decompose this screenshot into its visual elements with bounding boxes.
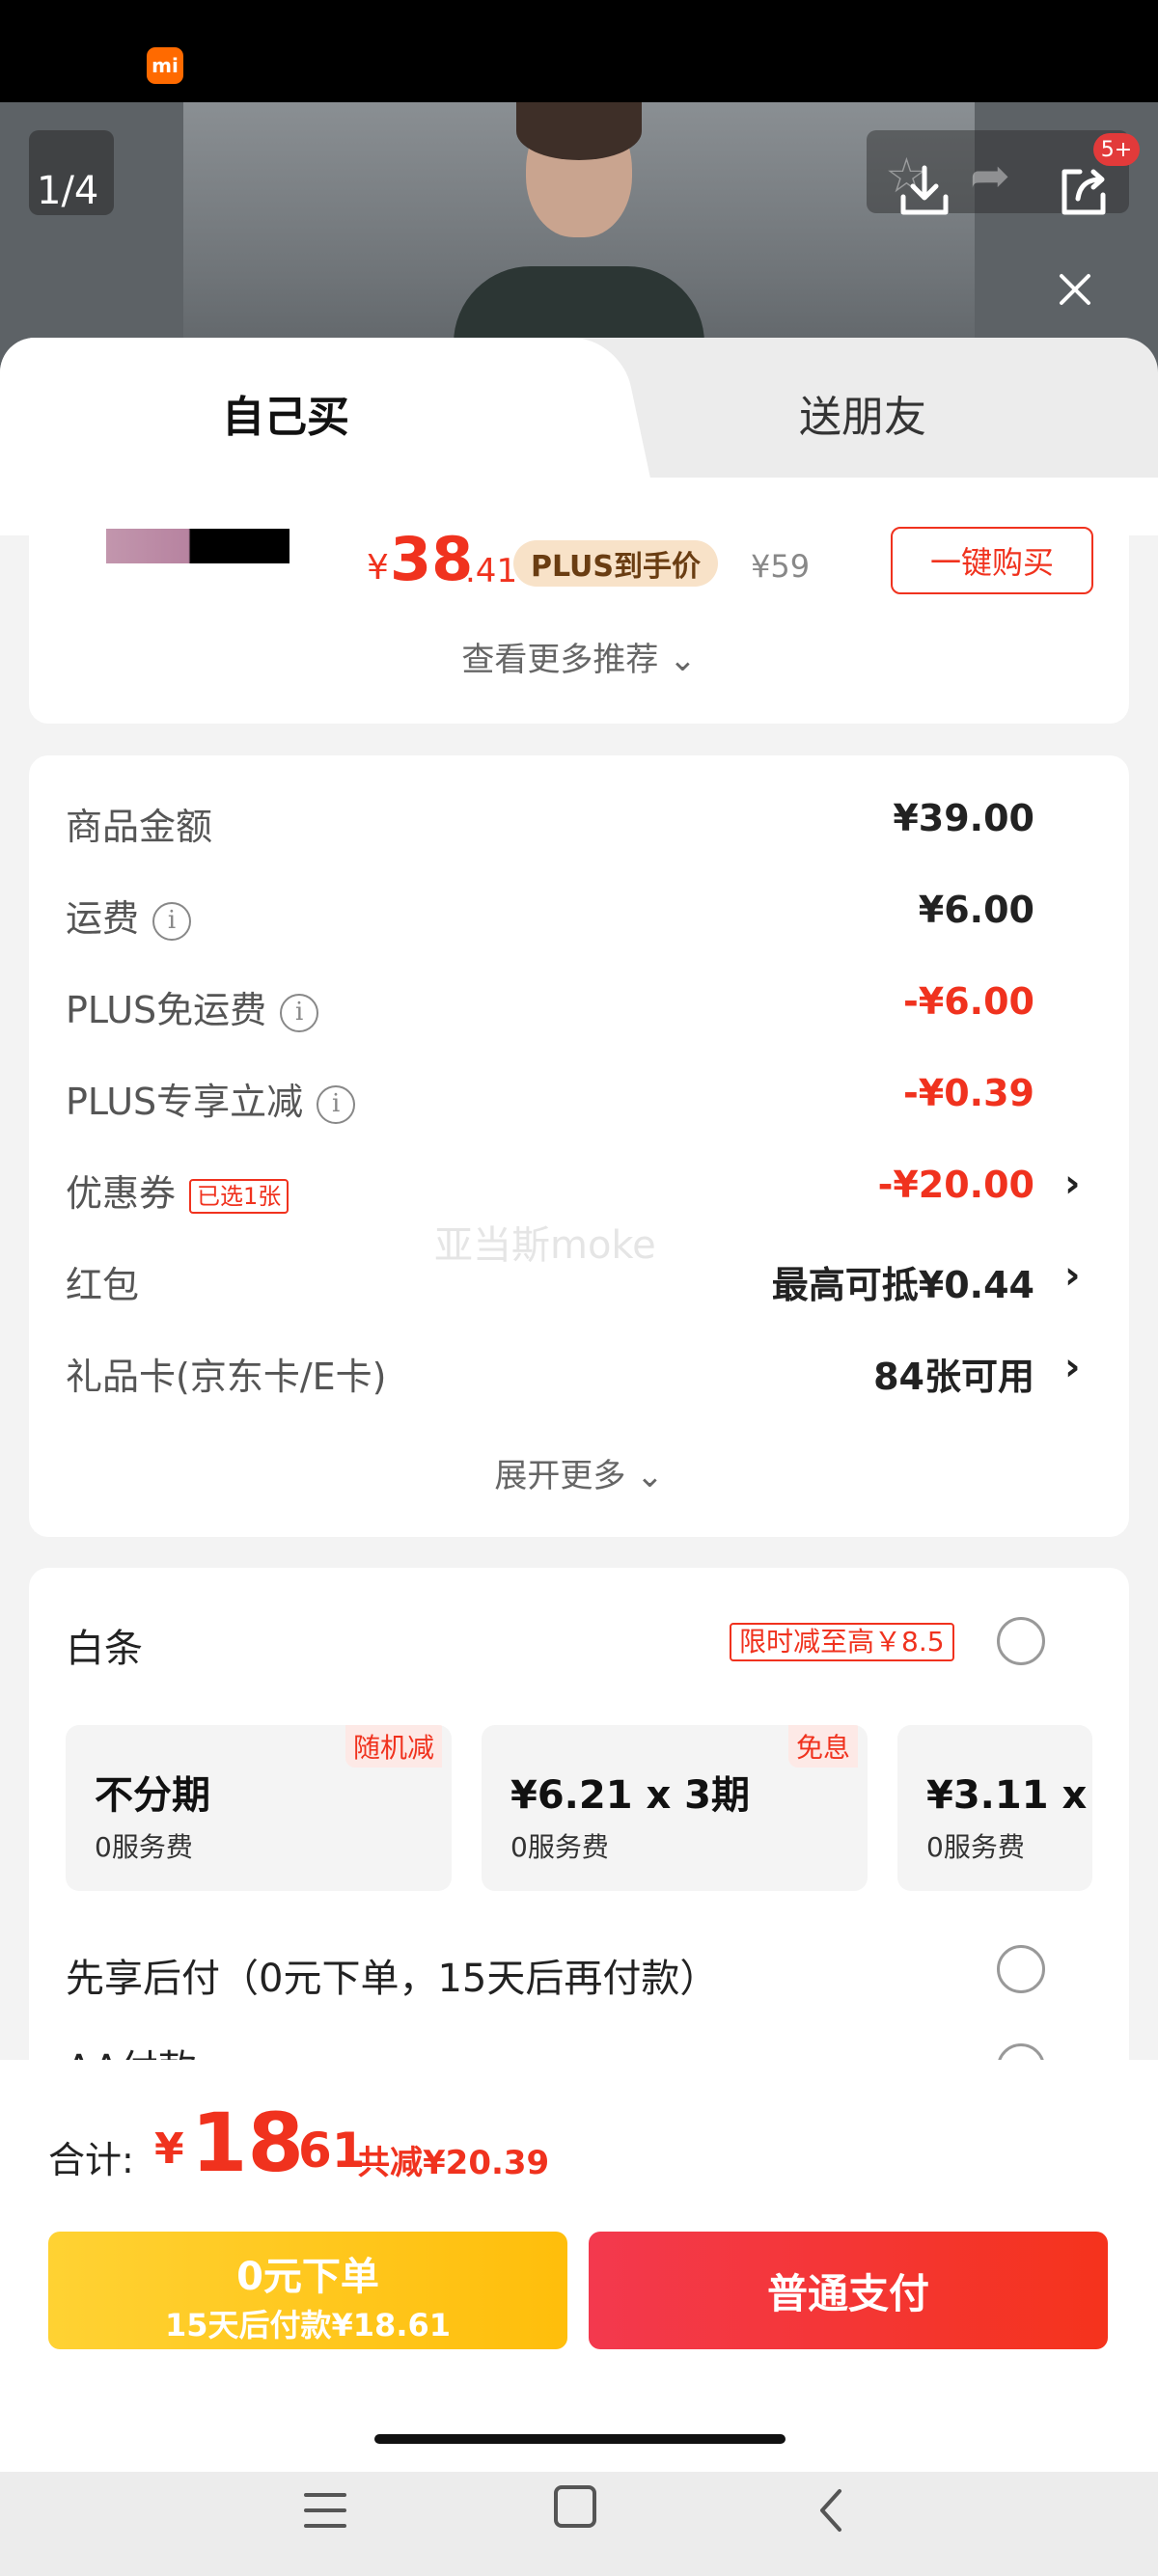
plan-main-label: ¥3.11 x 6期: [926, 1773, 1092, 1818]
plus-discount-value: -¥0.39: [903, 1072, 1034, 1114]
more-recommendations-link[interactable]: 查看更多推荐 ⌄: [0, 633, 1158, 680]
pay-later-line1: 0元下单: [236, 2255, 379, 2299]
installment-plan-3[interactable]: 免息 ¥6.21 x 3期 0服务费: [482, 1725, 868, 1891]
status-bar: mi: [0, 0, 1158, 102]
home-square-icon[interactable]: [554, 2485, 596, 2528]
coupon-label: 优惠券: [66, 1172, 177, 1215]
chevron-down-icon: ⌄: [636, 1457, 664, 1495]
redpacket-value[interactable]: 最高可抵¥0.44: [772, 1255, 1034, 1308]
chevron-down-icon: ⌄: [669, 641, 697, 679]
goods-amount-value: ¥39.00: [893, 797, 1034, 839]
coupon-row[interactable]: 优惠券 已选1张: [66, 1164, 290, 1217]
pay-later-label: 先享后付（0元下单，15天后再付款）: [66, 1957, 719, 2001]
share-icon[interactable]: [1057, 164, 1111, 218]
watermark: 亚当斯moke: [434, 1223, 656, 1268]
total-label: 合计:: [48, 2139, 134, 2181]
plan-fee-label: 0服务费: [95, 1831, 193, 1863]
chevron-right-icon[interactable]: ›: [1064, 1162, 1080, 1206]
giftcard-value[interactable]: 84张可用: [873, 1347, 1034, 1400]
total-currency: ¥: [154, 2124, 184, 2174]
coupon-selected-tag: 已选1张: [189, 1178, 290, 1214]
plus-discount-label: PLUS专享立减: [66, 1081, 304, 1123]
giftcard-label: 礼品卡(京东卡/E卡): [66, 1356, 387, 1398]
baitiao-radio[interactable]: [997, 1617, 1045, 1665]
chevron-right-icon[interactable]: ›: [1064, 1253, 1080, 1298]
download-icon[interactable]: [897, 164, 951, 218]
pay-later-button[interactable]: 0元下单 15天后付款¥18.61: [48, 2232, 567, 2349]
expand-more-label: 展开更多: [494, 1457, 626, 1495]
plan-fee-label: 0服务费: [926, 1831, 1025, 1863]
close-icon[interactable]: [1056, 270, 1094, 309]
info-icon[interactable]: i: [280, 993, 319, 1032]
redpacket-label: 红包: [66, 1264, 140, 1306]
more-recommendations-label: 查看更多推荐: [461, 641, 659, 679]
baitiao-promo-tag: 限时减至高￥8.5: [730, 1623, 954, 1661]
rec-currency: ¥: [367, 548, 389, 588]
plan-main-label: 不分期: [95, 1773, 210, 1818]
plus-discount-row: PLUS专享立减 i: [66, 1072, 356, 1125]
image-counter: 1/4: [37, 169, 99, 213]
expand-more-link[interactable]: 展开更多 ⌄: [0, 1449, 1158, 1496]
forward-icon[interactable]: ➦: [970, 148, 1010, 204]
pay-later-line2: 15天后付款¥18.61: [164, 2307, 452, 2343]
mi-logo-icon: mi: [147, 47, 183, 84]
plan-main-label: ¥6.21 x 3期: [510, 1773, 751, 1818]
menu-icon[interactable]: [304, 2489, 346, 2532]
plus-free-shipping-label: PLUS免运费: [66, 989, 267, 1031]
coupon-value[interactable]: -¥20.00: [878, 1164, 1034, 1206]
total-amount-decimal: .61: [280, 2123, 366, 2179]
info-icon[interactable]: i: [152, 901, 192, 941]
plan-tag: 免息: [787, 1725, 858, 1768]
total-saved: 共减¥20.39: [357, 2144, 550, 2182]
plan-tag: 随机减: [345, 1725, 442, 1768]
shipping-row: 运费 i: [66, 889, 192, 942]
rec-price: 38: [390, 524, 474, 594]
recommended-product-thumbnail[interactable]: [106, 529, 290, 563]
baitiao-label: 白条: [66, 1627, 143, 1671]
shipping-value: ¥6.00: [918, 889, 1034, 931]
rec-price-decimal: .41: [465, 552, 518, 590]
plus-free-shipping-value: -¥6.00: [903, 980, 1034, 1023]
chevron-right-icon[interactable]: ›: [1064, 1345, 1080, 1389]
amount-breakdown-card: [29, 755, 1129, 1537]
goods-amount-label: 商品金额: [66, 806, 213, 848]
home-indicator[interactable]: [374, 2434, 786, 2444]
plus-free-shipping-row: PLUS免运费 i: [66, 980, 319, 1033]
plan-fee-label: 0服务费: [510, 1831, 609, 1863]
one-click-buy-button[interactable]: 一键购买: [891, 527, 1093, 594]
pay-now-button[interactable]: 普通支付: [589, 2232, 1108, 2349]
model-hair: [516, 102, 642, 160]
tab-gift-friend[interactable]: 送朋友: [799, 382, 926, 444]
plus-price-tag: PLUS到手价: [513, 540, 719, 587]
share-count-badge: 5+: [1093, 133, 1140, 166]
tab-self-buy-label[interactable]: 自己买: [222, 382, 349, 444]
info-icon[interactable]: i: [317, 1084, 356, 1124]
pay-later-radio[interactable]: [997, 1945, 1045, 1993]
back-chevron-icon[interactable]: [811, 2487, 853, 2534]
shipping-label: 运费: [66, 897, 140, 940]
installment-plan-none[interactable]: 随机减 不分期 0服务费: [66, 1725, 452, 1891]
rec-original-price: ¥59: [751, 548, 811, 585]
installment-plan-6[interactable]: ¥3.11 x 6期 0服务费: [897, 1725, 1092, 1891]
